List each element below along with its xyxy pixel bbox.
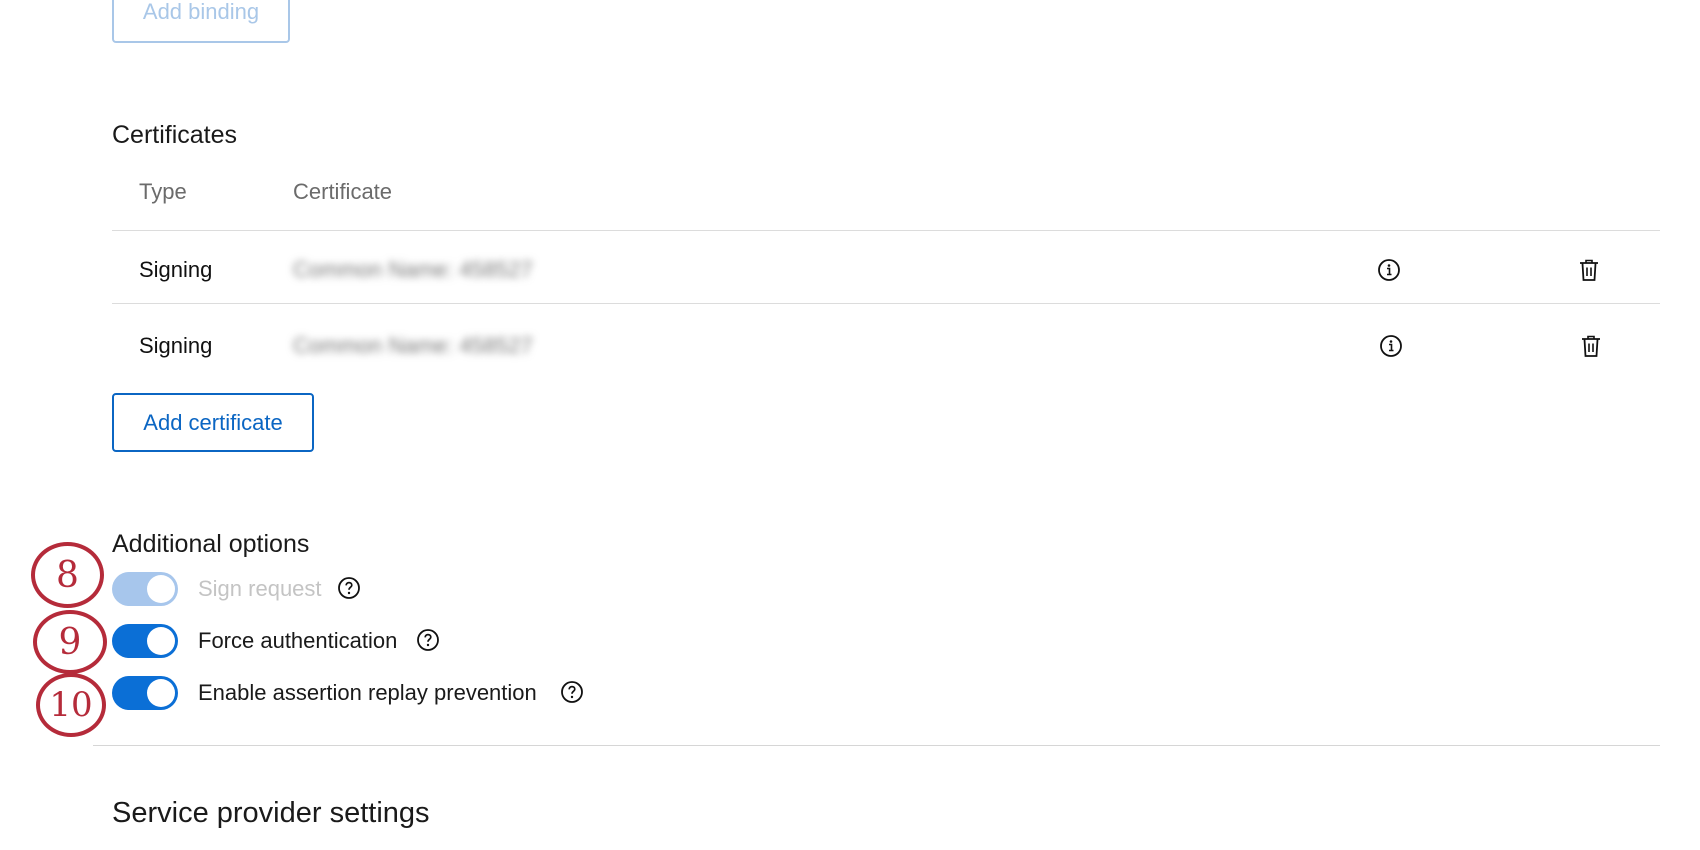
annotation-marker: 8	[31, 542, 104, 608]
annotation-marker: 10	[36, 673, 106, 737]
sign-request-toggle[interactable]	[112, 572, 178, 606]
sign-request-label: Sign request	[198, 576, 322, 601]
toggle-knob	[147, 679, 175, 707]
cert-name: Common Name: 458527	[293, 333, 533, 358]
toggle-knob	[147, 575, 175, 603]
add-binding-button[interactable]: Add binding	[112, 0, 290, 43]
cert-type: Signing	[139, 333, 213, 358]
section-divider	[93, 745, 1660, 746]
certificates-title: Certificates	[112, 121, 238, 149]
question-circle-icon[interactable]	[337, 576, 361, 600]
question-circle-icon[interactable]	[560, 680, 584, 704]
add-binding-label: Add binding	[142, 0, 260, 24]
assertion-replay-prevention-label: Enable assertion replay prevention	[198, 680, 537, 705]
column-header-type: Type	[139, 179, 187, 204]
assertion-replay-prevention-toggle[interactable]	[112, 676, 178, 710]
info-icon[interactable]	[1375, 256, 1403, 284]
force-authentication-toggle[interactable]	[112, 624, 178, 658]
trash-icon[interactable]	[1575, 256, 1603, 284]
add-certificate-label: Add certificate	[143, 409, 283, 435]
column-header-certificate: Certificate	[293, 179, 393, 204]
force-authentication-label: Force authentication	[198, 628, 398, 653]
question-circle-icon[interactable]	[416, 628, 440, 652]
add-certificate-button[interactable]: Add certificate	[112, 393, 314, 452]
additional-options-title: Additional options	[112, 530, 310, 558]
trash-icon[interactable]	[1577, 332, 1605, 360]
cert-type: Signing	[139, 257, 213, 282]
cert-name: Common Name: 458527	[293, 257, 533, 282]
service-provider-settings-title: Service provider settings	[112, 797, 430, 829]
annotation-marker: 9	[33, 610, 107, 674]
info-icon[interactable]	[1377, 332, 1405, 360]
table-divider	[112, 230, 1660, 231]
page: Add binding Certificates Type Certificat…	[0, 0, 1700, 850]
table-divider	[112, 303, 1660, 304]
toggle-knob	[147, 627, 175, 655]
